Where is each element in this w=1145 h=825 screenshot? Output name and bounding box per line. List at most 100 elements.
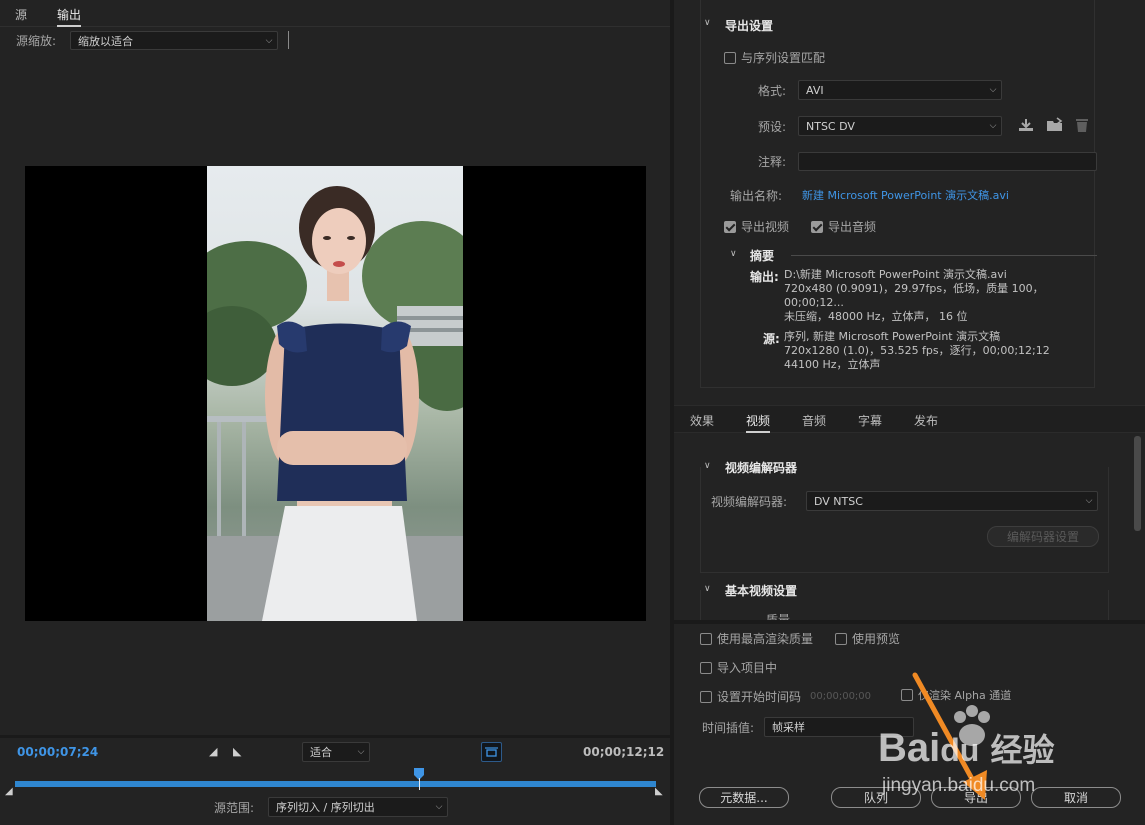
save-preset-icon[interactable] xyxy=(1018,117,1034,136)
summary-source-line: 720x1280 (1.0)，53.525 fps，逐行，00;00;12;12 xyxy=(784,344,1050,357)
watermark-url: jingyan.baidu.com xyxy=(882,775,1036,796)
import-into-project-checkbox[interactable] xyxy=(700,661,712,674)
end-timecode: 00;00;12;12 xyxy=(583,745,665,759)
toolbar-divider xyxy=(288,31,289,49)
timeline-panel: 00;00;07;24 ◢ ◣ 适合 ⌵ 00;00;12;12 ◢ ◣ 源范围:… xyxy=(0,738,670,825)
max-render-quality-label: 使用最高渲染质量 xyxy=(717,632,814,646)
use-previews-row[interactable]: 使用预览 xyxy=(835,630,900,647)
start-timecode-value: 00;00;00;00 xyxy=(810,691,872,702)
max-render-quality-checkbox[interactable] xyxy=(700,632,712,645)
start-timecode-checkbox[interactable] xyxy=(700,690,712,703)
chevron-down-icon: ⌵ xyxy=(357,747,365,757)
tab-effects[interactable]: 效果 xyxy=(690,412,714,429)
mark-in-icon[interactable]: ◢ xyxy=(209,745,217,758)
chevron-down-icon: ⌵ xyxy=(1085,496,1093,506)
import-into-project-row[interactable]: 导入项目中 xyxy=(700,659,777,676)
source-scale-dropdown[interactable]: 缩放以适合 ⌵ xyxy=(70,31,278,50)
mark-out-icon[interactable]: ◣ xyxy=(233,745,241,758)
export-settings-panel: ∨ 导出设置 与序列设置匹配 格式: AVI ⌵ 预设: NTSC DV ⌵ 注释:… xyxy=(674,0,1145,620)
export-video-label: 导出视频 xyxy=(741,220,790,234)
video-frame-image xyxy=(207,166,463,621)
summary-source-line: 序列, 新建 Microsoft PowerPoint 演示文稿 xyxy=(784,330,1001,343)
comment-input[interactable] xyxy=(798,152,1097,171)
use-previews-checkbox[interactable] xyxy=(835,632,847,645)
format-value: AVI xyxy=(806,83,824,97)
import-into-project-label: 导入项目中 xyxy=(717,661,778,675)
summary-output-line: 未压缩，48000 Hz，立体声， 16 位 xyxy=(784,310,968,323)
watermark-brand-part1: Bai xyxy=(878,726,941,770)
summary-collapse-icon[interactable]: ∨ xyxy=(730,249,737,259)
source-range-label: 源范围: xyxy=(214,801,255,815)
summary-output-line: D:\新建 Microsoft PowerPoint 演示文稿.avi xyxy=(784,268,1007,281)
panel-tabs: 源 输出 xyxy=(0,0,670,27)
video-codec-box xyxy=(700,467,1109,573)
export-audio-label: 导出音频 xyxy=(828,220,877,234)
settings-tabs: 效果 视频 音频 字幕 发布 xyxy=(674,405,1145,433)
video-codec-value: DV NTSC xyxy=(814,494,863,508)
tab-publish[interactable]: 发布 xyxy=(914,412,938,429)
range-start-handle[interactable]: ◢ xyxy=(5,786,13,797)
output-name-link[interactable]: 新建 Microsoft PowerPoint 演示文稿.avi xyxy=(802,187,1009,203)
timeline-scrubber[interactable] xyxy=(15,781,656,787)
use-previews-label: 使用预览 xyxy=(852,632,901,646)
export-settings-title: 导出设置 xyxy=(725,19,774,33)
tab-video[interactable]: 视频 xyxy=(746,412,771,433)
fit-dropdown[interactable]: 适合 ⌵ xyxy=(302,742,370,762)
quality-label: 质量 xyxy=(766,613,791,620)
range-end-handle[interactable]: ◣ xyxy=(655,786,663,797)
metadata-button[interactable]: 元数据... xyxy=(699,787,789,808)
export-video-checkbox[interactable] xyxy=(724,220,736,233)
format-dropdown[interactable]: AVI ⌵ xyxy=(798,80,1002,100)
time-interpolation-value: 帧采样 xyxy=(772,721,805,734)
source-scale-value: 缩放以适合 xyxy=(78,34,133,48)
video-codec-dropdown[interactable]: DV NTSC ⌵ xyxy=(806,491,1098,511)
match-sequence-row[interactable]: 与序列设置匹配 xyxy=(724,49,825,66)
codec-settings-button[interactable]: 编解码器设置 xyxy=(987,526,1099,547)
start-timecode-row[interactable]: 设置开始时间码 00;00;00;00 xyxy=(700,688,871,705)
collapse-chevron-icon[interactable]: ∨ xyxy=(704,18,711,28)
scene-illustration xyxy=(207,186,463,621)
watermark-brand: Baidu 经验 xyxy=(878,725,1054,771)
video-codec-label: 视频编解码器: xyxy=(711,495,788,509)
tab-audio[interactable]: 音频 xyxy=(802,412,826,429)
summary-output-label: 输出: xyxy=(750,270,779,284)
settings-scrollbar[interactable] xyxy=(1134,436,1141,531)
tab-output[interactable]: 输出 xyxy=(57,6,82,27)
source-range-value: 序列切入 / 序列切出 xyxy=(276,801,375,814)
tab-captions[interactable]: 字幕 xyxy=(858,412,882,429)
export-audio-row[interactable]: 导出音频 xyxy=(811,218,876,235)
preset-value: NTSC DV xyxy=(806,119,855,133)
summary-source-line: 44100 Hz，立体声 xyxy=(784,358,881,371)
basic-video-box xyxy=(700,590,1109,620)
fit-value: 适合 xyxy=(310,746,332,759)
comment-label: 注释: xyxy=(758,155,787,169)
max-render-quality-row[interactable]: 使用最高渲染质量 xyxy=(700,630,813,647)
summary-divider xyxy=(791,255,1097,256)
summary-output-text: D:\新建 Microsoft PowerPoint 演示文稿.avi 720x… xyxy=(784,268,1096,324)
source-output-panel: 源 输出 源缩放: 缩放以适合 ⌵ xyxy=(0,0,670,735)
export-video-row[interactable]: 导出视频 xyxy=(724,218,789,235)
summary-output-line: 720x480 (0.9091)，29.97fps，低场，质量 100，00;0… xyxy=(784,282,1044,309)
chevron-down-icon: ⌵ xyxy=(989,85,997,95)
baidu-watermark: Baidu 经验 jingyan.baidu.com xyxy=(878,705,1138,805)
match-sequence-checkbox[interactable] xyxy=(724,51,736,64)
source-range-dropdown[interactable]: 序列切入 / 序列切出 ⌵ xyxy=(268,797,448,817)
export-audio-checkbox[interactable] xyxy=(811,220,823,233)
chevron-down-icon: ⌵ xyxy=(435,802,443,812)
tab-source[interactable]: 源 xyxy=(15,6,27,23)
summary-title: 摘要 xyxy=(750,249,775,263)
chevron-down-icon: ⌵ xyxy=(265,35,273,46)
delete-preset-icon[interactable] xyxy=(1075,117,1089,136)
current-timecode[interactable]: 00;00;07;24 xyxy=(17,745,98,759)
import-preset-icon[interactable] xyxy=(1046,117,1064,136)
format-label: 格式: xyxy=(758,84,787,98)
summary-source-text: 序列, 新建 Microsoft PowerPoint 演示文稿 720x128… xyxy=(784,330,1096,372)
time-interpolation-label: 时间插值: xyxy=(702,721,755,735)
preset-dropdown[interactable]: NTSC DV ⌵ xyxy=(798,116,1002,136)
summary-source-label: 源: xyxy=(763,332,780,346)
watermark-cn: 经验 xyxy=(990,731,1055,769)
chevron-down-icon: ⌵ xyxy=(989,121,997,131)
aspect-toggle-icon[interactable] xyxy=(481,742,502,762)
start-timecode-label: 设置开始时间码 xyxy=(717,690,802,704)
preset-label: 预设: xyxy=(758,120,787,134)
